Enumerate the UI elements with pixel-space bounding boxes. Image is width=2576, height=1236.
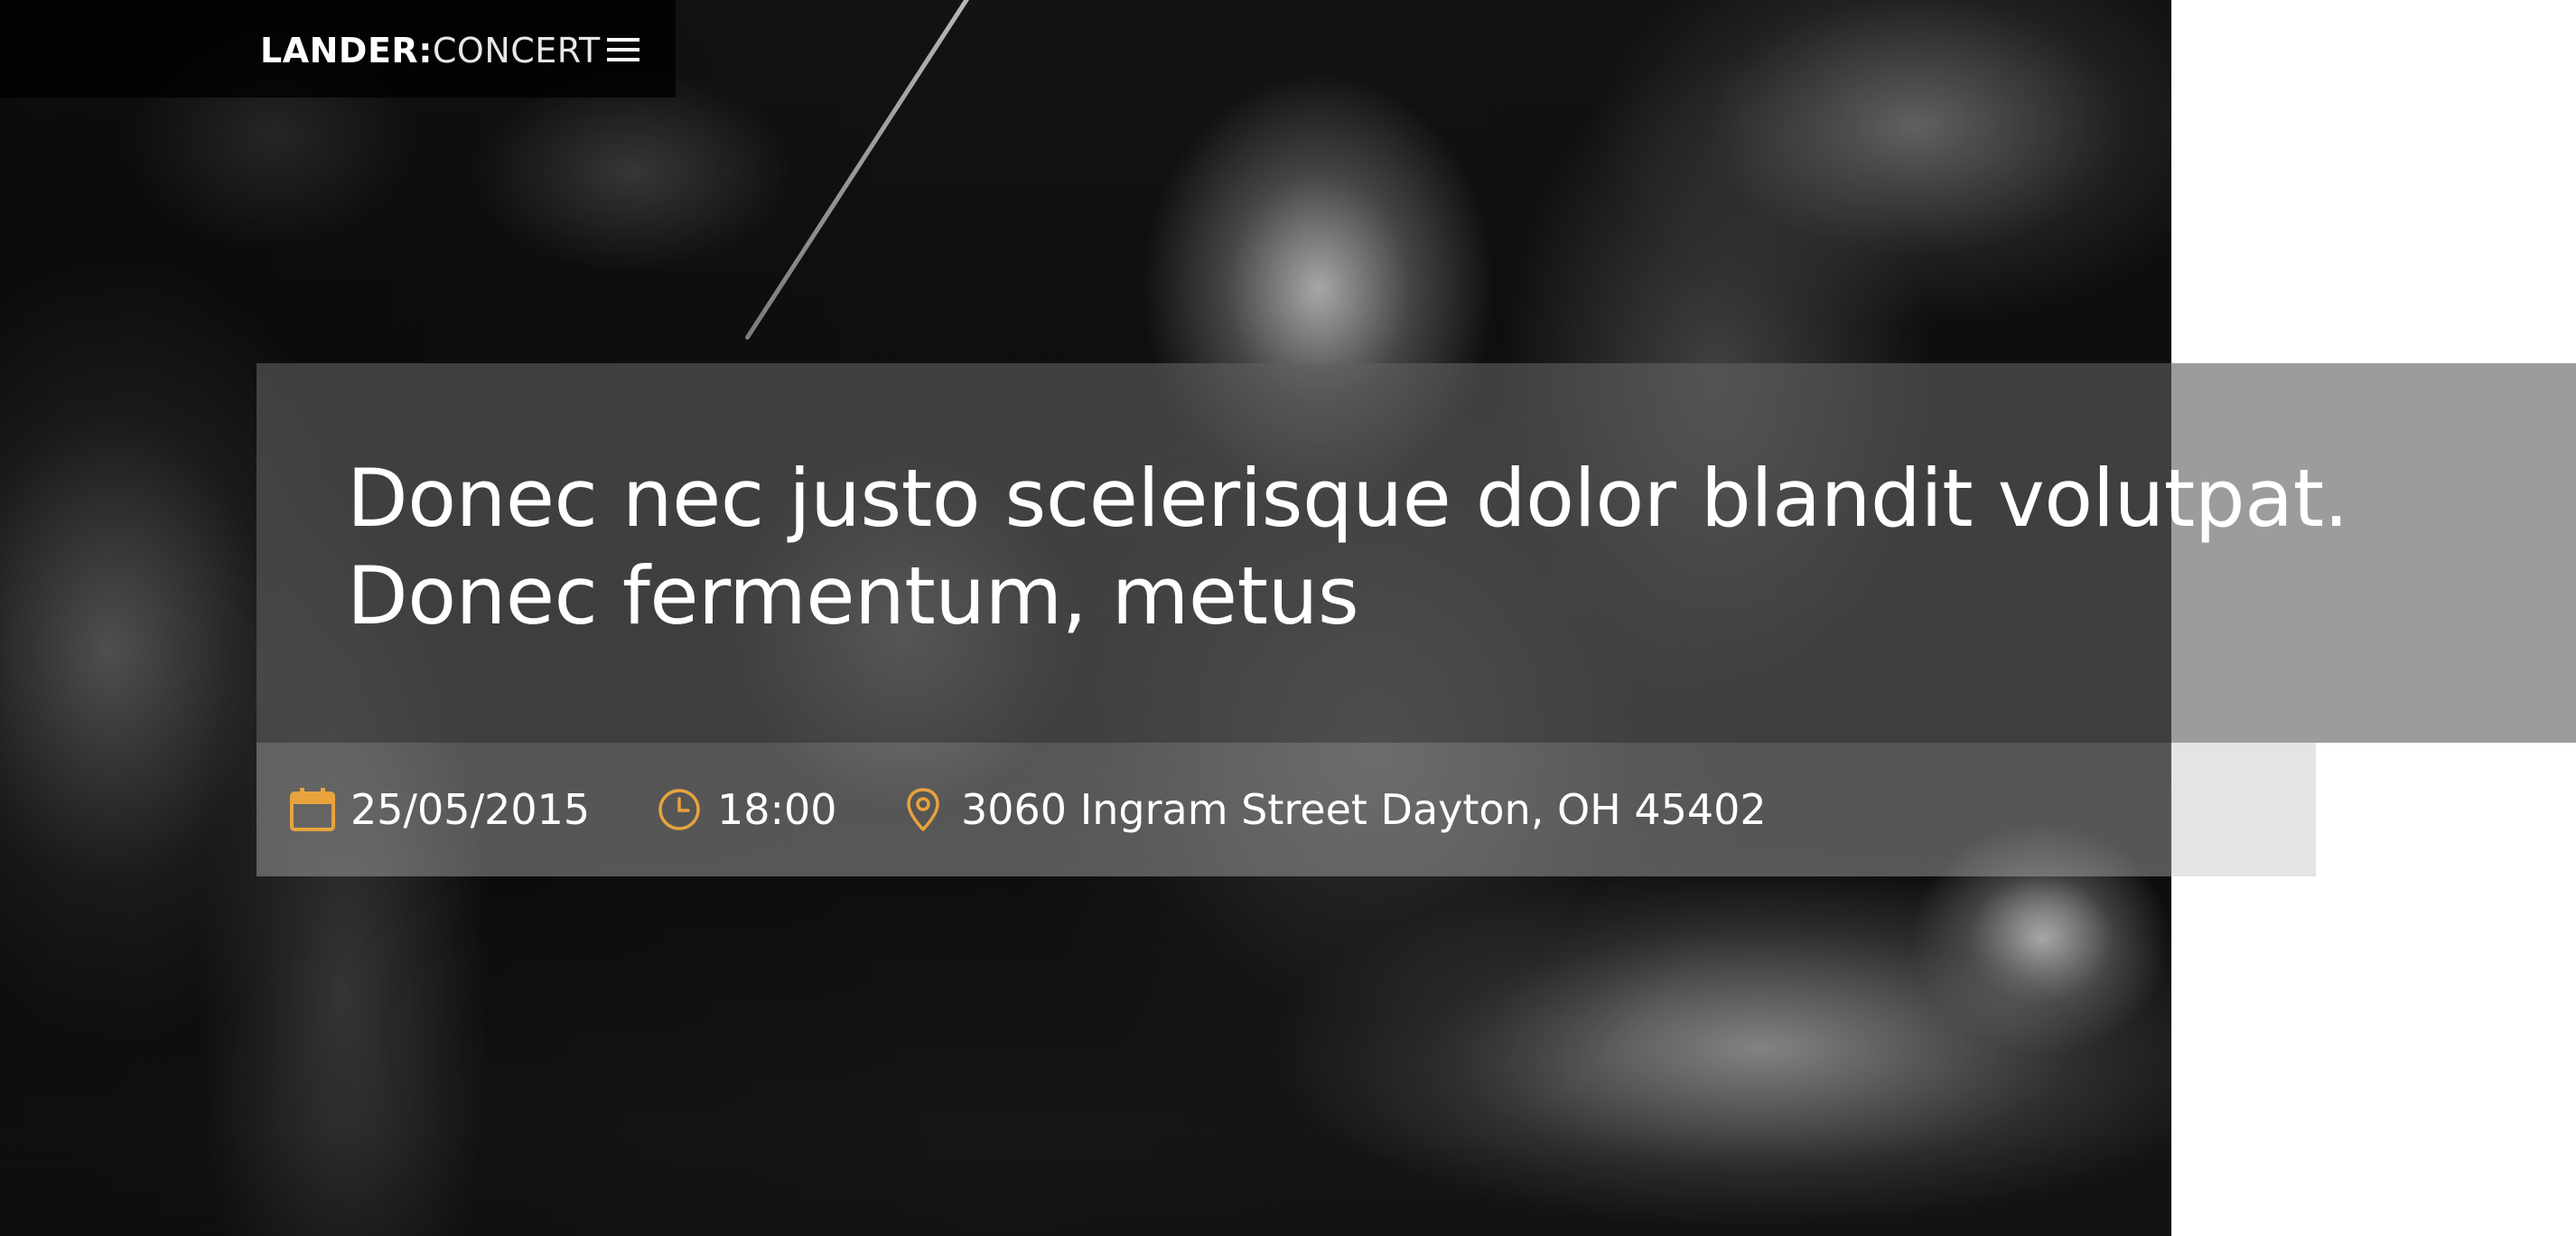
hero-title-band: Donec nec justo scelerisque dolor blandi…: [257, 363, 2576, 743]
brand-subtitle: CONCERT: [432, 31, 601, 70]
event-date: 25/05/2015: [289, 782, 590, 837]
calendar-icon: [289, 786, 336, 833]
clock-icon: [656, 786, 703, 833]
hamburger-menu-icon[interactable]: [607, 36, 639, 63]
event-info-strip: 25/05/2015 18:00 3060 Ingram Street Dayt…: [257, 743, 2316, 876]
top-navigation-bar: LANDER:CONCERT: [0, 0, 676, 98]
site-logo[interactable]: LANDER:CONCERT: [260, 31, 601, 70]
map-pin-icon: [900, 786, 947, 833]
event-date-text: 25/05/2015: [350, 785, 591, 834]
event-time-text: 18:00: [717, 785, 837, 834]
event-time: 18:00: [656, 782, 837, 837]
hero-title: Donec nec justo scelerisque dolor blandi…: [347, 452, 2349, 642]
event-address: 3060 Ingram Street Dayton, OH 45402: [900, 782, 1767, 837]
event-address-text: 3060 Ingram Street Dayton, OH 45402: [961, 785, 1767, 834]
hero-bottom-shadow: [0, 1129, 2171, 1236]
brand-name: LANDER:: [260, 31, 433, 70]
page: LANDER:CONCERT Donec nec justo scelerisq…: [0, 0, 2576, 1236]
